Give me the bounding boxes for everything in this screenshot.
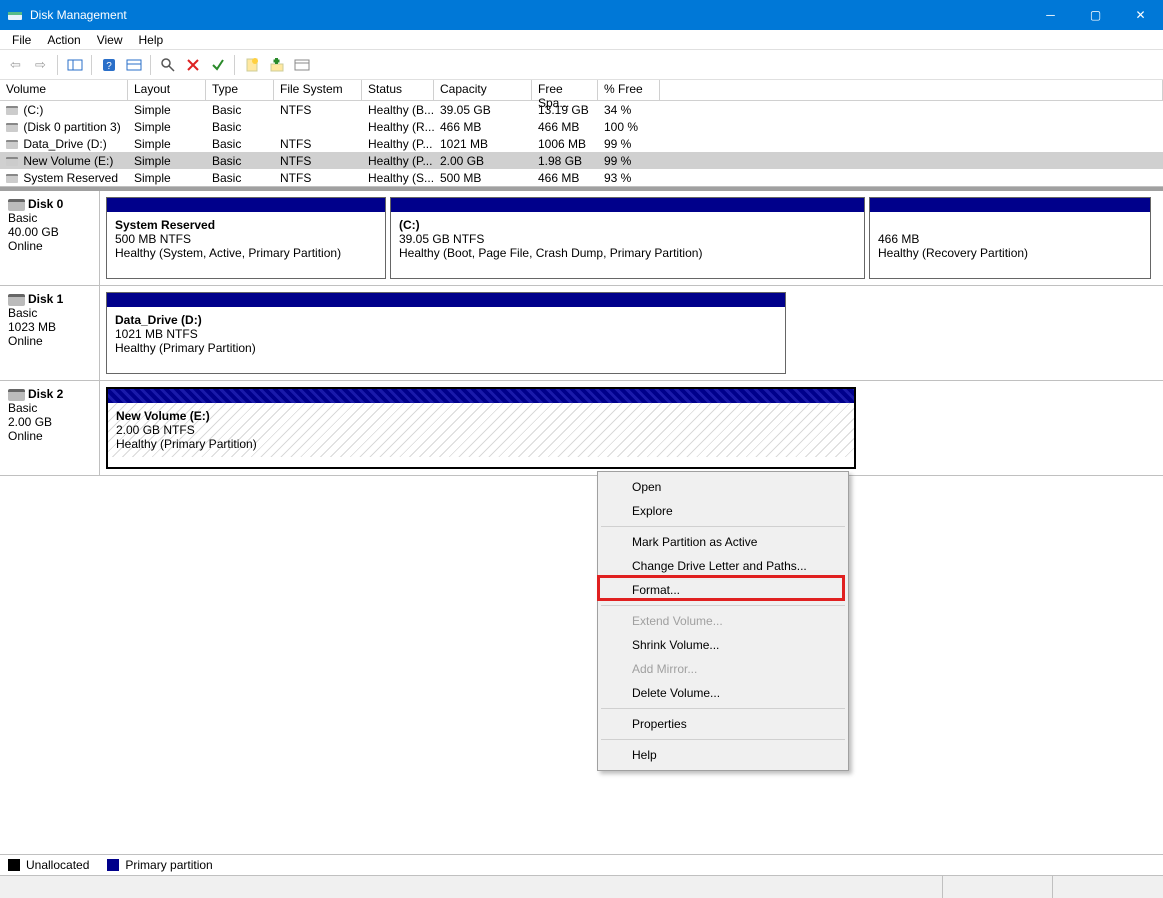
window-title: Disk Management: [30, 8, 1028, 22]
partition[interactable]: System Reserved500 MB NTFSHealthy (Syste…: [106, 197, 386, 279]
volume-row[interactable]: System ReservedSimpleBasicNTFSHealthy (S…: [0, 169, 1163, 186]
column-header[interactable]: % Free: [598, 80, 660, 101]
find-button[interactable]: [156, 53, 179, 76]
ctx-change-drive-letter-and-paths[interactable]: Change Drive Letter and Paths...: [600, 554, 846, 578]
disk-info[interactable]: Disk 1Basic1023 MBOnline: [0, 286, 100, 380]
ctx-mark-partition-as-active[interactable]: Mark Partition as Active: [600, 530, 846, 554]
menu-file[interactable]: File: [4, 31, 39, 49]
forward-button[interactable]: ⇨: [29, 53, 52, 76]
legend: Unallocated Primary partition: [0, 854, 1163, 874]
menu-action[interactable]: Action: [39, 31, 88, 49]
column-header[interactable]: Layout: [128, 80, 206, 101]
add-button[interactable]: [265, 53, 288, 76]
toolbar: ⇦ ⇨ ?: [0, 50, 1163, 80]
close-button[interactable]: ✕: [1118, 0, 1163, 30]
check-button[interactable]: [206, 53, 229, 76]
volume-list[interactable]: VolumeLayoutTypeFile SystemStatusCapacit…: [0, 80, 1163, 187]
volume-row[interactable]: New Volume (E:)SimpleBasicNTFSHealthy (P…: [0, 152, 1163, 169]
column-header[interactable]: Free Spa...: [532, 80, 598, 101]
ctx-help[interactable]: Help: [600, 743, 846, 767]
unallocated-swatch: [8, 859, 20, 871]
volume-header: VolumeLayoutTypeFile SystemStatusCapacit…: [0, 80, 1163, 101]
ctx-format[interactable]: Format...: [600, 578, 846, 602]
volume-row[interactable]: Data_Drive (D:)SimpleBasicNTFSHealthy (P…: [0, 135, 1163, 152]
ctx-properties[interactable]: Properties: [600, 712, 846, 736]
column-header[interactable]: File System: [274, 80, 362, 101]
settings-button[interactable]: [122, 53, 145, 76]
app-icon: [7, 7, 23, 23]
title-bar: Disk Management ─ ▢ ✕: [0, 0, 1163, 30]
ctx-open[interactable]: Open: [600, 475, 846, 499]
legend-primary: Primary partition: [125, 858, 212, 872]
ctx-explore[interactable]: Explore: [600, 499, 846, 523]
disk-row: Disk 1Basic1023 MBOnlineData_Drive (D:)1…: [0, 286, 1163, 381]
svg-text:?: ?: [106, 61, 112, 72]
menu-bar: FileActionViewHelp: [0, 30, 1163, 50]
partition[interactable]: Data_Drive (D:)1021 MB NTFSHealthy (Prim…: [106, 292, 786, 374]
partition[interactable]: 466 MBHealthy (Recovery Partition): [869, 197, 1151, 279]
disk-row: Disk 0Basic40.00 GBOnlineSystem Reserved…: [0, 191, 1163, 286]
column-header[interactable]: Volume: [0, 80, 128, 101]
primary-swatch: [107, 859, 119, 871]
delete-button[interactable]: [181, 53, 204, 76]
column-header[interactable]: Status: [362, 80, 434, 101]
properties-button[interactable]: [290, 53, 313, 76]
menu-help[interactable]: Help: [131, 31, 172, 49]
disk-row: Disk 2Basic2.00 GBOnlineNew Volume (E:)2…: [0, 381, 1163, 476]
minimize-button[interactable]: ─: [1028, 0, 1073, 30]
help-button[interactable]: ?: [97, 53, 120, 76]
volume-row[interactable]: (C:)SimpleBasicNTFSHealthy (B...39.05 GB…: [0, 101, 1163, 118]
disk-graphical-view[interactable]: Disk 0Basic40.00 GBOnlineSystem Reserved…: [0, 187, 1163, 827]
back-button[interactable]: ⇦: [4, 53, 27, 76]
partition[interactable]: (C:)39.05 GB NTFSHealthy (Boot, Page Fil…: [390, 197, 865, 279]
status-bar: [0, 875, 1163, 898]
disk-info[interactable]: Disk 0Basic40.00 GBOnline: [0, 191, 100, 285]
ctx-add-mirror: Add Mirror...: [600, 657, 846, 681]
ctx-extend-volume: Extend Volume...: [600, 609, 846, 633]
menu-view[interactable]: View: [89, 31, 131, 49]
volume-row[interactable]: (Disk 0 partition 3)SimpleBasicHealthy (…: [0, 118, 1163, 135]
partition[interactable]: New Volume (E:)2.00 GB NTFSHealthy (Prim…: [106, 387, 856, 469]
ctx-shrink-volume[interactable]: Shrink Volume...: [600, 633, 846, 657]
show-hide-button[interactable]: [63, 53, 86, 76]
disk-info[interactable]: Disk 2Basic2.00 GBOnline: [0, 381, 100, 475]
column-header[interactable]: Capacity: [434, 80, 532, 101]
column-header[interactable]: Type: [206, 80, 274, 101]
ctx-delete-volume[interactable]: Delete Volume...: [600, 681, 846, 705]
new-button[interactable]: [240, 53, 263, 76]
maximize-button[interactable]: ▢: [1073, 0, 1118, 30]
legend-unallocated: Unallocated: [26, 858, 89, 872]
context-menu[interactable]: OpenExplore Mark Partition as ActiveChang…: [597, 471, 849, 771]
